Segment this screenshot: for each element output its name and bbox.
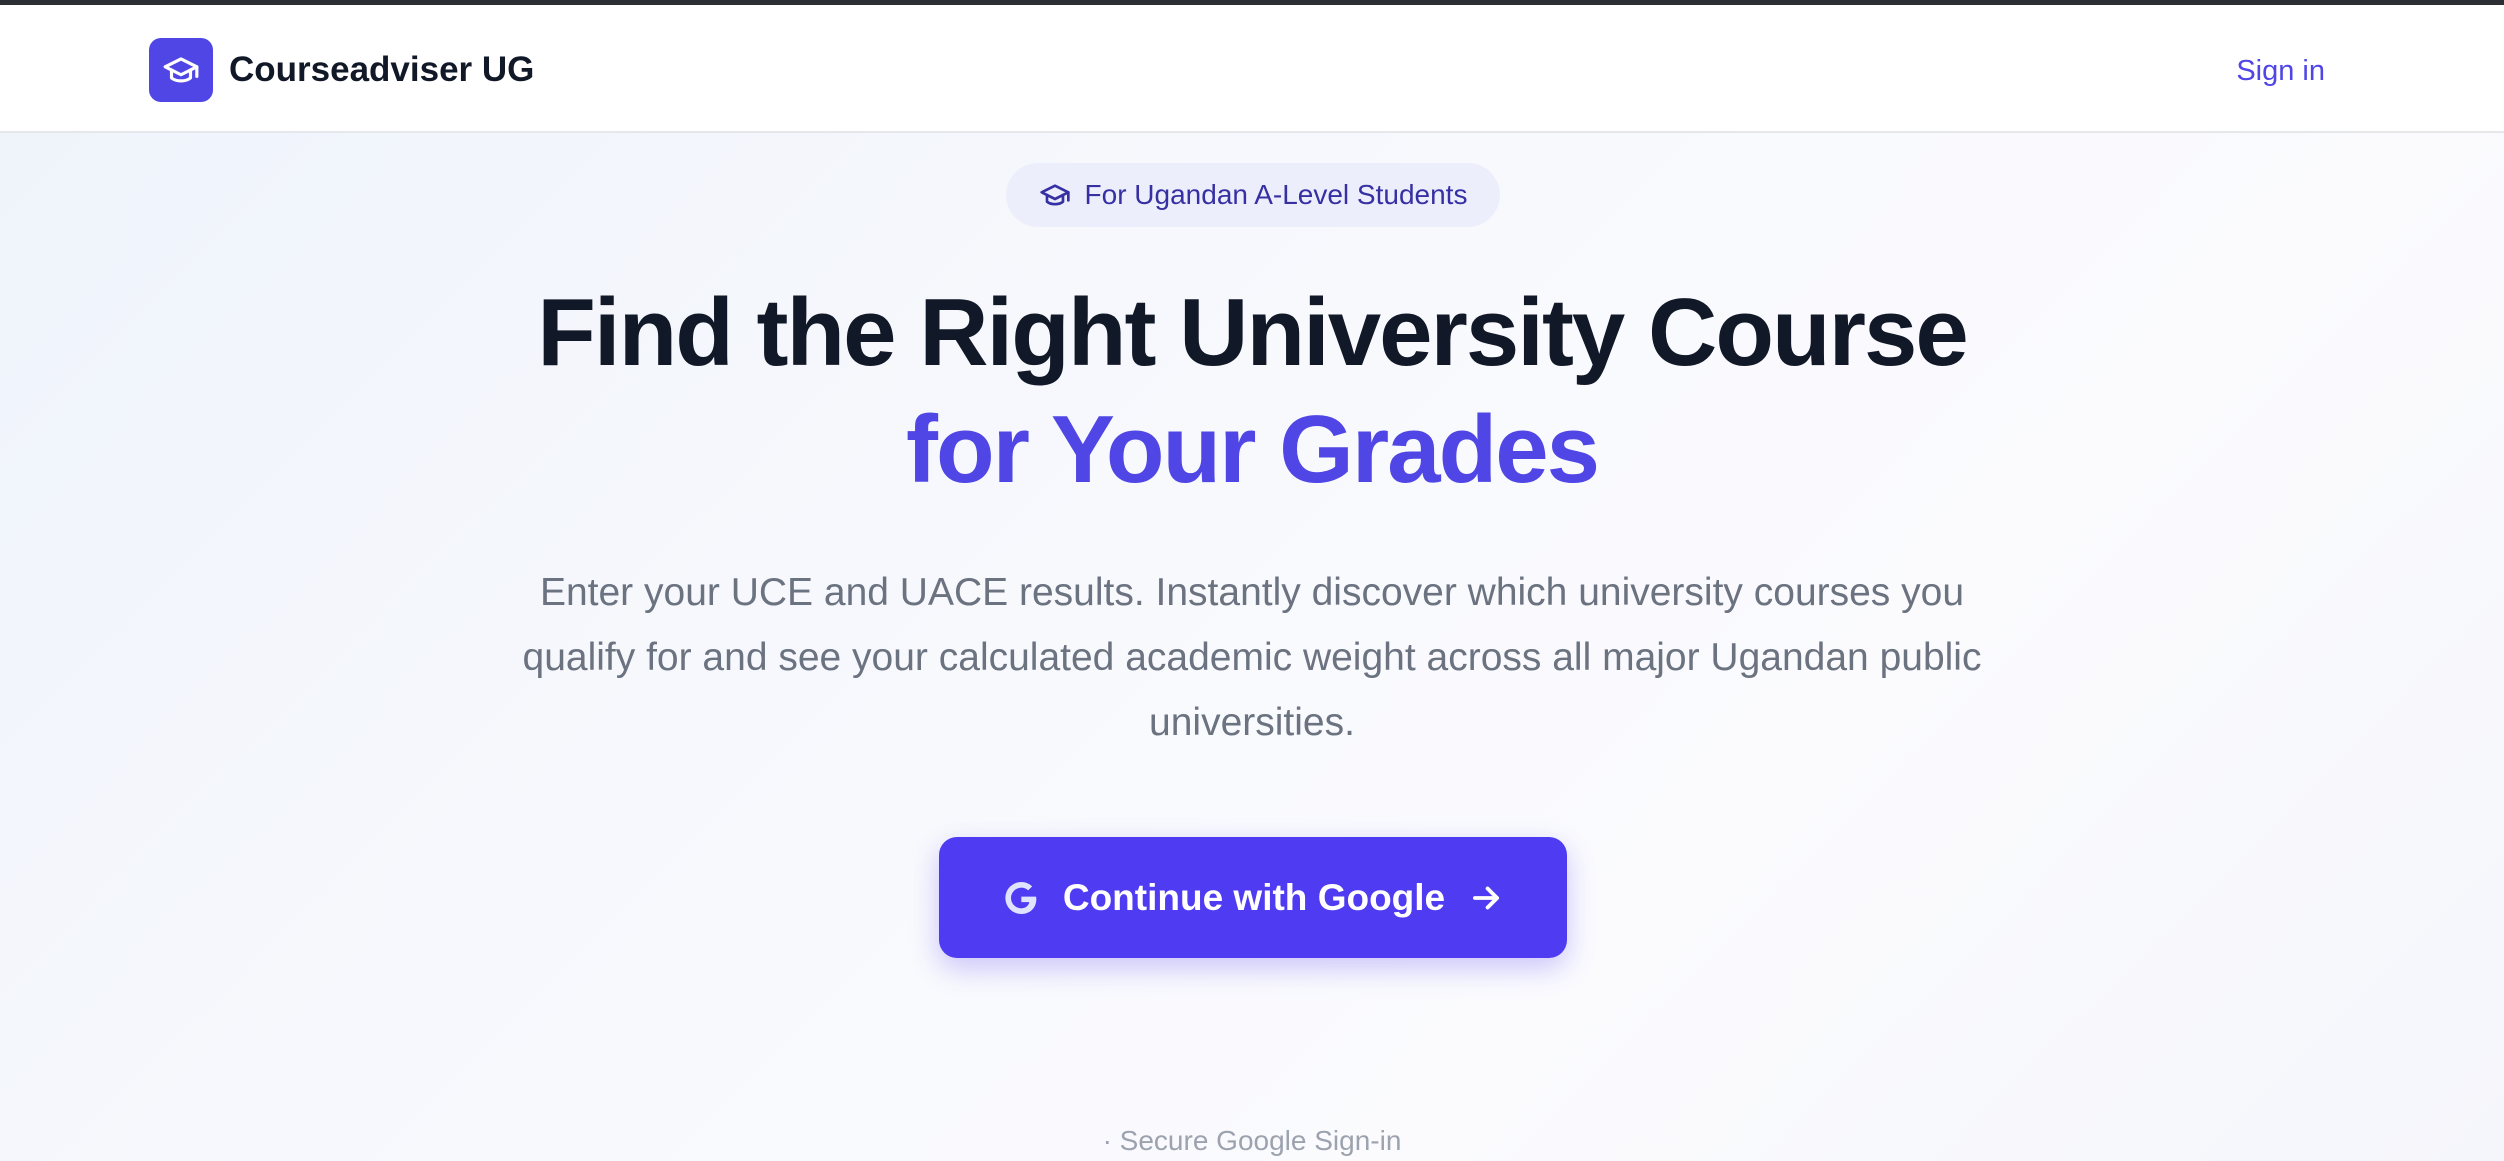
continue-with-google-button[interactable]: Continue with Google — [939, 837, 1567, 958]
graduation-cap-icon — [162, 51, 200, 89]
secure-sign-in-note: · Secure Google Sign-in — [1102, 1125, 1402, 1156]
google-icon — [1001, 878, 1041, 918]
audience-badge-label: For Ugandan A-Level Students — [1084, 179, 1468, 210]
graduation-cap-icon — [1039, 179, 1071, 211]
audience-badge: For Ugandan A-Level Students — [1006, 163, 1500, 227]
continue-with-google-label: Continue with Google — [1062, 876, 1446, 918]
sign-in-link[interactable]: Sign in — [2236, 53, 2325, 89]
headline-line-1: Find the Right University Course — [537, 279, 1968, 386]
brand-name[interactable]: Courseadviser UG — [229, 49, 534, 91]
brand-logo[interactable] — [149, 38, 213, 102]
hero-subtitle: Enter your UCE and UACE results. Instant… — [522, 571, 1982, 744]
arrow-right-icon — [1467, 879, 1505, 917]
navbar: Courseadviser UG Sign in — [0, 5, 2504, 133]
headline-line-2: for Your Grades — [906, 396, 1600, 503]
